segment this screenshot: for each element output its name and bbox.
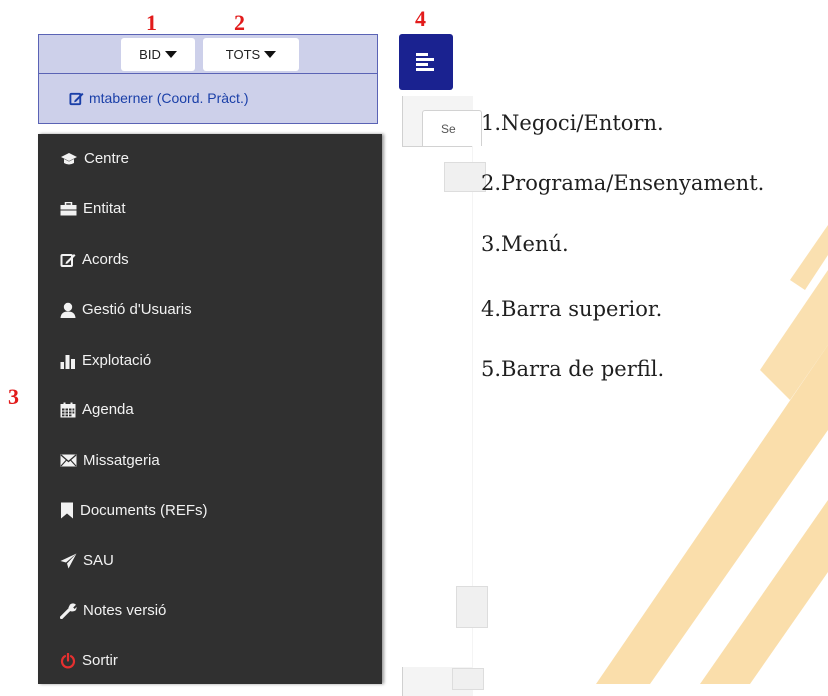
legend-text: Negoci/Entorn.	[501, 111, 664, 135]
user-icon	[60, 302, 76, 318]
menu-item-label: Missatgeria	[83, 452, 160, 469]
programa-value: TOTS	[225, 47, 261, 62]
menu-item-label: Entitat	[83, 200, 126, 217]
menu-item-label: Documents (REFs)	[80, 502, 208, 519]
legend-number: 5.	[481, 357, 502, 381]
paper-plane-icon	[60, 553, 77, 568]
bar-chart-icon	[60, 354, 75, 369]
envelope-icon	[60, 454, 77, 467]
menu-item-centre[interactable]: Centre	[60, 150, 129, 167]
power-icon	[60, 652, 76, 668]
content-box	[456, 586, 488, 628]
calendar-icon	[60, 402, 76, 417]
graduation-cap-icon	[61, 152, 77, 164]
menu-item-label: Notes versió	[83, 602, 167, 619]
annotation-1: 1	[146, 10, 157, 35]
menu-item-label: Explotació	[82, 352, 152, 369]
menu-item-explotacio[interactable]: Explotació	[60, 352, 151, 369]
legend-item: 1.Negoci/Entorn.	[481, 111, 664, 135]
menu-toggle-button[interactable]	[399, 34, 453, 90]
selector-bar: BID TOTS	[38, 34, 378, 74]
menu-item-documents[interactable]: Documents (REFs)	[60, 502, 208, 519]
menu-item-label: Agenda	[82, 401, 134, 418]
legend-item: 5.Barra de perfil.	[481, 357, 664, 381]
content-box	[452, 668, 484, 690]
legend-item: 3.Menú.	[481, 232, 569, 256]
legend-text: Barra superior.	[501, 297, 663, 321]
edit-icon	[60, 253, 76, 267]
legend-number: 3.	[481, 232, 502, 256]
content-box	[444, 162, 486, 192]
profile-user-label: mtaberner (Coord. Pràct.)	[89, 90, 249, 106]
legend-number: 4.	[481, 297, 502, 321]
negoci-value: BID	[139, 47, 161, 62]
menu-item-acords[interactable]: Acords	[60, 251, 129, 268]
annotation-4: 4	[415, 6, 426, 31]
legend-text: Menú.	[501, 232, 569, 256]
legend-number: 2.	[481, 171, 502, 195]
menu-item-missatgeria[interactable]: Missatgeria	[60, 452, 160, 469]
content-tab[interactable]: Se	[422, 110, 482, 146]
annotation-3: 3	[8, 384, 19, 409]
legend-item: 4.Barra superior.	[481, 297, 662, 321]
caret-down-icon	[264, 51, 277, 58]
legend-text: Barra de perfil.	[501, 357, 665, 381]
menu-item-label: Sortir	[82, 652, 118, 669]
menu-item-gestio-usuaris[interactable]: Gestió d'Usuaris	[60, 301, 192, 318]
menu-item-entitat[interactable]: Entitat	[60, 200, 126, 217]
programa-dropdown[interactable]: TOTS	[203, 38, 299, 71]
profile-link[interactable]: mtaberner (Coord. Pràct.)	[69, 90, 249, 106]
menu-item-agenda[interactable]: Agenda	[60, 401, 134, 418]
edit-icon	[69, 92, 84, 105]
wrench-icon	[60, 603, 77, 619]
legend-item: 2.Programa/Ensenyament.	[481, 171, 764, 195]
menu-item-label: Gestió d'Usuaris	[82, 301, 192, 318]
menu-item-sortir[interactable]: Sortir	[60, 652, 118, 669]
align-left-icon	[416, 53, 434, 71]
content-tab-label: Se	[441, 122, 456, 136]
briefcase-icon	[60, 201, 77, 215]
caret-down-icon	[164, 51, 177, 58]
menu-item-label: SAU	[83, 552, 114, 569]
bookmark-icon	[61, 502, 73, 519]
annotation-2: 2	[234, 10, 245, 35]
menu-item-notes-versio[interactable]: Notes versió	[60, 602, 166, 619]
profile-bar: mtaberner (Coord. Pràct.)	[38, 74, 378, 124]
side-menu: Centre Entitat Acords Gestió d'Usuaris E…	[38, 134, 382, 684]
negoci-dropdown[interactable]: BID	[121, 38, 195, 71]
legend-text: Programa/Ensenyament.	[501, 171, 765, 195]
menu-item-sau[interactable]: SAU	[60, 552, 114, 569]
legend-number: 1.	[481, 111, 502, 135]
menu-item-label: Acords	[82, 251, 129, 268]
menu-item-label: Centre	[84, 150, 130, 167]
